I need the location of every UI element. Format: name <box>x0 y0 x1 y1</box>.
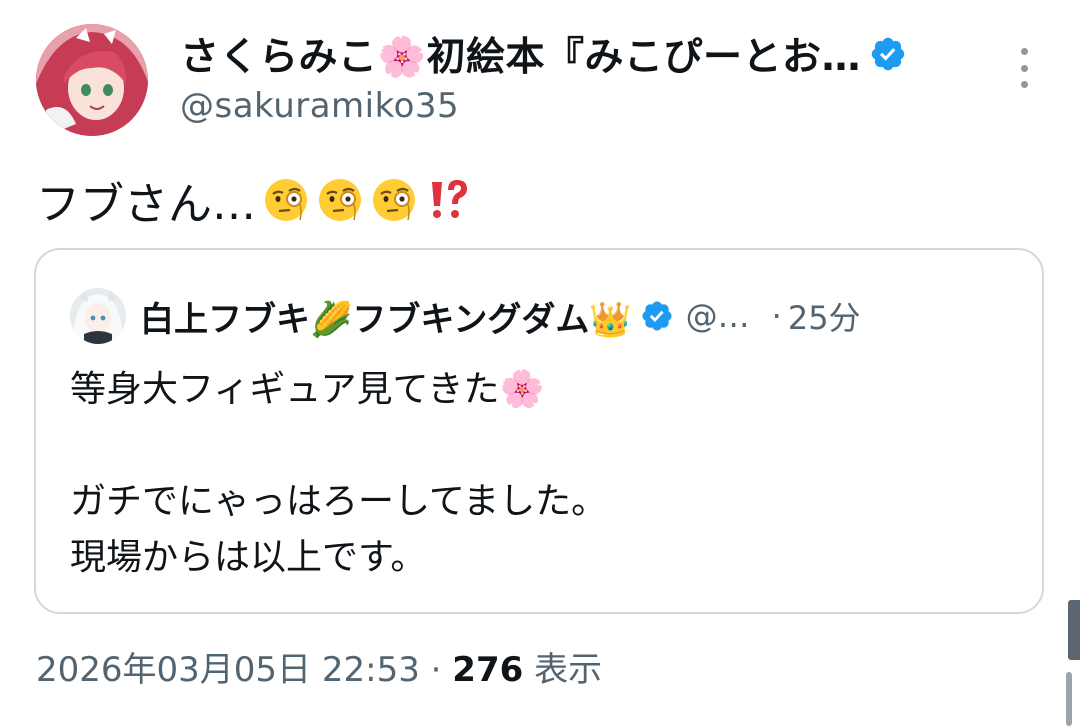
tweet-text: フブさん… <box>36 168 472 232</box>
author-display-name[interactable]: さくらみこ🌸初絵本『みこぴーとお… <box>180 26 861 82</box>
tweet-meta: 2026年03月05日 22:53 · 276 表示 <box>36 642 602 691</box>
more-dot-icon <box>1020 81 1028 88</box>
scrollbar-thumb[interactable] <box>1066 672 1072 726</box>
meta-separator: · <box>430 650 442 690</box>
tweet-text-content: フブさん… <box>36 179 256 230</box>
views-label: 表示 <box>534 650 603 690</box>
quote-author-avatar <box>70 288 126 344</box>
author-block: さくらみこ🌸初絵本『みこぴーとお… @sakuramiko35 <box>180 24 980 126</box>
quote-tweet-card[interactable]: 白上フブキ🌽フブキングダム👑 @… · 25分 等身大フィギュア見てきた🌸 ガチ… <box>34 248 1044 614</box>
quote-avatar-image <box>70 288 126 344</box>
quote-line-text: 等身大フィギュア見てきた🌸 <box>70 369 545 410</box>
quote-author-name: 白上フブキ🌽フブキングダム👑 <box>140 299 632 340</box>
author-handle[interactable]: @sakuramiko35 <box>180 86 980 126</box>
quote-body: 等身大フィギュア見てきた🌸 ガチでにゃっはろーしてました。 現場からは以上です。 <box>70 362 607 586</box>
exclamation-question-icon <box>432 180 467 218</box>
verified-badge-icon[interactable] <box>869 35 907 73</box>
quote-line: ガチでにゃっはろーしてました。 <box>70 474 607 530</box>
avatar-image <box>36 24 148 136</box>
quote-line: 等身大フィギュア見てきた🌸 <box>70 362 607 418</box>
monocle-face-emoji <box>373 179 415 221</box>
quote-verified-badge-icon <box>642 301 672 331</box>
tweet-detail: さくらみこ🌸初絵本『みこぴーとお… @sakuramiko35 フブさん… 白上… <box>0 0 1080 726</box>
monocle-face-emoji <box>319 179 361 221</box>
quote-author-handle: @… <box>685 297 750 335</box>
scrollbar-track[interactable] <box>1068 600 1080 660</box>
monocle-face-emoji <box>265 179 307 221</box>
quote-line: 現場からは以上です。 <box>70 530 607 586</box>
quote-line-blank <box>70 418 607 474</box>
more-dot-icon <box>1020 48 1028 55</box>
author-avatar[interactable] <box>36 24 148 136</box>
views-count: 276 <box>452 650 524 690</box>
more-dot-icon <box>1020 64 1028 72</box>
quote-timestamp: 25分 <box>787 299 861 337</box>
quote-header: 白上フブキ🌽フブキングダム👑 @… · 25分 <box>70 288 861 344</box>
quote-separator: · <box>771 297 782 335</box>
tweet-timestamp[interactable]: 2026年03月05日 22:53 <box>36 650 420 690</box>
quote-line-text: 現場からは以上です。 <box>70 537 427 578</box>
quote-line-text: ガチでにゃっはろーしてました。 <box>70 481 608 522</box>
author-name-row: さくらみこ🌸初絵本『みこぴーとお… <box>180 24 980 84</box>
more-options-button[interactable] <box>1010 48 1038 88</box>
